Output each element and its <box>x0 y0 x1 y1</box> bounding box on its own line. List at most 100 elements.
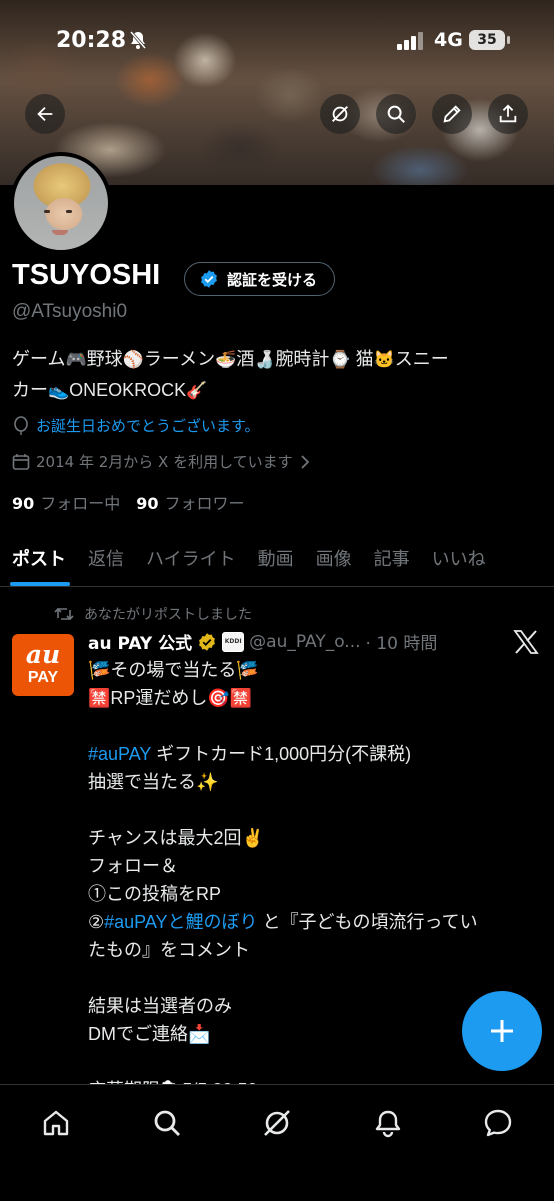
home-icon <box>43 1110 69 1136</box>
tab-articles[interactable]: 記事 <box>362 530 420 586</box>
tab-replies[interactable]: 返信 <box>76 530 134 586</box>
calendar-icon <box>12 453 30 470</box>
battery-level: 35 <box>477 32 497 48</box>
back-button[interactable] <box>25 94 65 134</box>
search-icon <box>154 1110 180 1136</box>
tweet-author-handle: @au_PAY_o... <box>249 631 361 652</box>
sake-emoji: 🍶 <box>254 350 276 369</box>
nav-notifications[interactable] <box>368 1103 408 1143</box>
cat-emoji: 🐱 <box>373 350 395 369</box>
profile-bio: ゲーム🎮野球⚾ラーメン🍜酒🍶腕時計⌚ 猫🐱スニー カー👟ONEOKROCK🎸 <box>12 344 544 406</box>
signal-icon <box>397 32 423 50</box>
search-button[interactable] <box>376 94 416 134</box>
nav-grok[interactable] <box>257 1103 297 1143</box>
follow-stats: 90 フォロー中 90 フォロワー <box>12 490 245 514</box>
nav-explore[interactable] <box>147 1103 187 1143</box>
tweet-line: 🈲RP運だめし🎯🈲 <box>88 688 253 708</box>
bio-text: 野球 <box>86 349 123 369</box>
repost-icon <box>54 607 74 621</box>
baseball-emoji: ⚾ <box>122 350 144 369</box>
tab-posts[interactable]: ポスト <box>0 530 76 586</box>
tab-highlights[interactable]: ハイライト <box>134 530 246 586</box>
profile-tabs: ポスト 返信 ハイライト 動画 画像 記事 いいね <box>0 530 554 587</box>
tweet-line: 🎏その場で当たる🎏 <box>88 660 259 680</box>
share-icon <box>499 104 517 123</box>
verified-badge-icon <box>201 270 217 288</box>
hashtag-link[interactable]: #auPAYと鯉のぼり <box>104 912 257 932</box>
nav-messages[interactable] <box>478 1103 518 1143</box>
tweet-line: #auPAY ギフトカード1,000円分(不課税) <box>88 740 538 768</box>
x-logo-icon[interactable] <box>513 630 539 654</box>
tweet-line-text: と『子どもの頃流行ってい <box>257 912 478 932</box>
grok-icon <box>264 1110 290 1136</box>
tweet-line: 抽選で当たる✨ <box>88 772 219 792</box>
tweet-line: ①この投稿をRP <box>88 884 222 904</box>
chevron-right-icon <box>300 454 309 469</box>
bell-icon <box>375 1110 401 1138</box>
followers-label: フォロワー <box>164 494 245 513</box>
network-type: 4G <box>434 29 463 51</box>
bottom-navigation <box>0 1084 554 1201</box>
repost-indicator: あなたがリポストしました <box>54 604 252 624</box>
nav-home[interactable] <box>36 1103 76 1143</box>
bio-text: カー <box>12 380 48 400</box>
hashtag-link[interactable]: #auPAY <box>88 744 151 764</box>
bio-text: 腕時計 <box>275 349 330 369</box>
compose-button[interactable] <box>462 991 542 1071</box>
share-button[interactable] <box>488 94 528 134</box>
watch-emoji: ⌚ <box>329 350 351 369</box>
gold-verified-badge-icon <box>199 632 216 651</box>
ramen-emoji: 🍜 <box>215 350 237 369</box>
repost-label: あなたがリポストしました <box>84 607 252 623</box>
tab-photos[interactable]: 画像 <box>304 530 362 586</box>
tab-likes[interactable]: いいね <box>420 530 496 586</box>
tweet-header: au PAY 公式 KDDI @au_PAY_o... · 10 時間 <box>88 629 437 654</box>
tab-videos[interactable]: 動画 <box>246 530 304 586</box>
pay-logo-text: PAY <box>27 669 59 686</box>
tweet-author-name[interactable]: au PAY 公式 <box>88 629 192 654</box>
plus-icon <box>491 1020 513 1042</box>
guitar-emoji: 🎸 <box>186 381 208 400</box>
profile-avatar[interactable] <box>10 152 112 254</box>
sneaker-emoji: 👟 <box>48 381 70 400</box>
tweet-time: · 10 時間 <box>365 634 438 654</box>
tweet-line: チャンスは最大2回✌ <box>88 828 264 848</box>
tweet-line-text: ギフトカード1,000円分(不課税) <box>151 744 412 764</box>
joined-text: 2014 年 2月から X を利用しています <box>36 453 293 471</box>
bio-text: スニー <box>394 349 449 369</box>
bio-text: 酒 <box>236 349 255 369</box>
tweet-line: 応募期限🐑5/5 23:59 <box>88 1076 538 1084</box>
affiliate-badge-text: KDDI <box>224 638 242 645</box>
au-logo-text: au <box>25 640 61 669</box>
tweet-line: ②#auPAYと鯉のぼり と『子どもの頃流行ってい <box>88 908 538 936</box>
tweet-line: たもの』をコメント <box>88 940 250 960</box>
bio-text: ゲーム <box>12 349 66 369</box>
get-verified-label: 認証を受ける <box>227 270 318 289</box>
profile-name: TSUYOSHI <box>12 259 161 291</box>
grok-icon <box>332 106 348 122</box>
affiliate-badge: KDDI <box>222 631 245 652</box>
arrow-left-icon <box>37 106 53 122</box>
balloon-icon <box>14 415 28 435</box>
grok-button[interactable] <box>320 94 360 134</box>
joined-row[interactable]: 2014 年 2月から X を利用しています <box>12 451 311 472</box>
battery-icon: 35 <box>469 30 510 50</box>
edit-button[interactable] <box>432 94 472 134</box>
bio-text: ラーメン <box>143 349 216 369</box>
pencil-icon <box>443 105 461 123</box>
chat-icon <box>484 1109 512 1137</box>
tweet-line: フォロー＆ <box>88 856 178 876</box>
following-label: フォロー中 <box>40 494 121 513</box>
tweet-line-text: ② <box>88 912 105 932</box>
following-link[interactable]: 90 フォロー中 <box>12 490 120 514</box>
bio-text: ONEOKROCK <box>69 380 187 400</box>
tweet-author-avatar[interactable]: au PAY <box>12 634 74 696</box>
following-count: 90 <box>12 494 35 513</box>
followers-link[interactable]: 90 フォロワー <box>136 490 244 514</box>
search-icon <box>387 105 405 123</box>
get-verified-button[interactable]: 認証を受ける <box>184 262 336 296</box>
bio-text: 猫 <box>350 349 374 369</box>
